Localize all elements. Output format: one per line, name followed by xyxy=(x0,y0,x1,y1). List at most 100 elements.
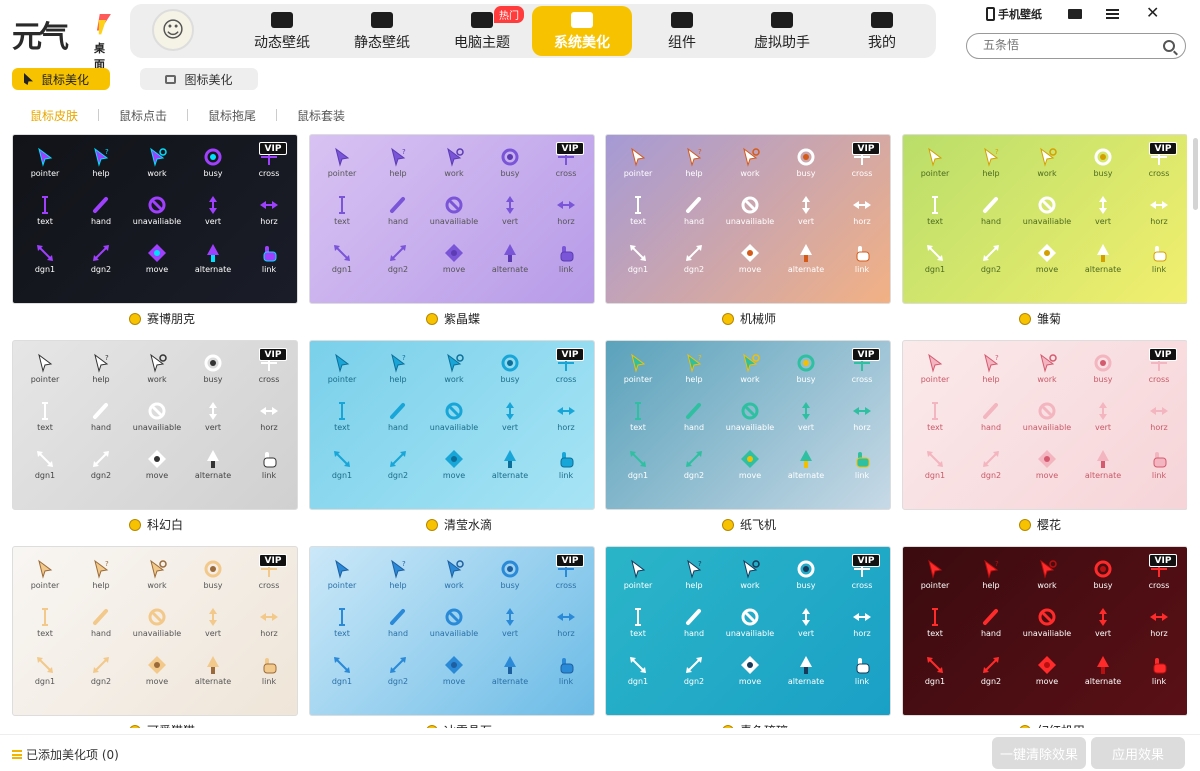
tab-icon-beautify[interactable]: 图标美化 xyxy=(140,68,258,90)
cursor-card[interactable]: VIP pointer? help work busy cross text hand unav… xyxy=(309,134,595,304)
cursor-pointer: pointer xyxy=(314,351,370,403)
cursor-alternate-icon xyxy=(1097,450,1109,468)
cursor-link-icon xyxy=(856,658,870,674)
cursor-card[interactable]: VIP pointer? help work busy cross text hand unav… xyxy=(605,546,891,716)
cursor-label: move xyxy=(145,677,169,686)
nav-item-6[interactable]: 我的 xyxy=(832,6,932,56)
card-title: 可爱猫猫 xyxy=(129,722,195,728)
cursor-card[interactable]: VIP pointer? help work busy cross text hand unav… xyxy=(902,134,1187,304)
cursor-label: cross xyxy=(258,581,280,590)
nav-item-3[interactable]: 系统美化 xyxy=(532,6,632,56)
cursor-hand-icon xyxy=(983,197,998,213)
card-title: 赛博朋克 xyxy=(129,310,195,327)
coin-icon xyxy=(129,724,141,728)
nav-item-label: 静态壁纸 xyxy=(354,35,410,51)
tab-mouse-skin[interactable]: 鼠标皮肤 xyxy=(30,107,78,124)
cursor-text: text xyxy=(17,399,73,451)
cursor-text-icon xyxy=(932,608,938,626)
cursor-card[interactable]: VIP pointer? help work busy cross text hand unav… xyxy=(902,340,1187,510)
tab-mouse-beautify[interactable]: 鼠标美化 xyxy=(12,68,110,90)
svg-text:?: ? xyxy=(402,354,406,362)
cursor-work-icon xyxy=(1040,353,1057,373)
cursor-move: move xyxy=(722,653,778,705)
close-button[interactable]: ✕ xyxy=(1146,5,1159,21)
search-icon[interactable] xyxy=(1163,40,1175,52)
cursor-vert: vert xyxy=(778,193,834,245)
cursor-label: dgn1 xyxy=(627,471,649,480)
cursor-label: horz xyxy=(557,217,575,226)
cursor-card[interactable]: VIP pointer? help work busy cross text hand unav… xyxy=(12,134,298,304)
card-title: 清莹水滴 xyxy=(426,516,492,533)
cursor-vert: vert xyxy=(482,605,538,657)
cursor-pointer: pointer xyxy=(907,145,963,197)
cursor-card[interactable]: VIP pointer? help work busy cross text hand unav… xyxy=(309,546,595,716)
cursor-label: work xyxy=(1037,169,1057,178)
cursor-card[interactable]: VIP pointer? help work busy cross text hand unav… xyxy=(309,340,595,510)
avatar[interactable]: ☺ xyxy=(152,9,194,51)
search-input[interactable] xyxy=(983,38,1153,52)
coin-icon xyxy=(1019,518,1031,531)
cursor-label: dgn1 xyxy=(331,677,353,686)
nav-item-1[interactable]: 静态壁纸 xyxy=(332,6,432,56)
cursor-busy-icon xyxy=(204,560,222,578)
cursor-link-icon xyxy=(263,246,277,262)
cursor-dgn2-icon xyxy=(390,451,406,467)
cursor-text-icon xyxy=(339,402,345,420)
card-name: 冰雪晶石 xyxy=(444,722,492,728)
cursor-help-icon: ? xyxy=(687,147,702,167)
cursor-label: cross xyxy=(1148,169,1170,178)
nav-item-4[interactable]: 组件 xyxy=(632,6,732,56)
cursor-label: move xyxy=(145,471,169,480)
cursor-dgn1: dgn1 xyxy=(907,241,963,293)
cursor-horz-icon xyxy=(557,407,575,415)
card-title: 紫晶蝶 xyxy=(426,310,480,327)
card-name: 科幻白 xyxy=(147,518,184,532)
nav-item-5[interactable]: 虚拟助手 xyxy=(732,6,832,56)
clear-effects-button[interactable]: 一键清除效果 xyxy=(992,737,1086,769)
scrollbar[interactable] xyxy=(1193,138,1198,210)
coin-icon xyxy=(1019,724,1031,728)
cursor-busy-icon xyxy=(501,148,519,166)
cursor-alternate-icon xyxy=(1097,244,1109,262)
cursor-pointer: pointer xyxy=(610,145,666,197)
tab-mouse-trail[interactable]: 鼠标拖尾 xyxy=(208,107,256,124)
cursor-horz-icon xyxy=(557,613,575,621)
tab-mouse-set[interactable]: 鼠标套装 xyxy=(297,107,345,124)
cursor-pointer-icon xyxy=(335,147,350,167)
cursor-label: help xyxy=(92,375,110,384)
cursor-unavailiable: unavailiable xyxy=(426,193,482,245)
cursor-unavailiable: unavailiable xyxy=(426,399,482,451)
cursor-card[interactable]: VIP pointer? help work busy cross text hand unav… xyxy=(605,340,891,510)
cursor-label: help xyxy=(685,581,703,590)
mail-button[interactable] xyxy=(1068,9,1082,19)
cursor-move: move xyxy=(722,241,778,293)
cursor-help-icon: ? xyxy=(94,559,109,579)
search-box[interactable] xyxy=(966,33,1186,59)
cursor-dgn2-icon xyxy=(686,657,702,673)
cursor-vert: vert xyxy=(185,399,241,451)
cursor-move: move xyxy=(426,653,482,705)
cursor-busy-icon xyxy=(204,354,222,372)
cursor-work-icon xyxy=(150,559,167,579)
svg-text:?: ? xyxy=(105,560,109,568)
cursor-vert: vert xyxy=(185,193,241,245)
cursor-label: move xyxy=(738,677,762,686)
svg-text:?: ? xyxy=(995,354,999,362)
cursor-card[interactable]: VIP pointer? help work busy cross text hand unav… xyxy=(902,546,1187,716)
cursor-card[interactable]: VIP pointer? help work busy cross text hand unav… xyxy=(12,340,298,510)
cursor-hand: hand xyxy=(370,399,426,451)
cursor-card[interactable]: VIP pointer? help work busy cross text hand unav… xyxy=(12,546,298,716)
cursor-label: text xyxy=(37,217,53,226)
cursor-work-icon xyxy=(150,147,167,167)
phone-wallpaper-button[interactable]: 手机壁纸 xyxy=(986,6,1042,22)
cursor-work-icon xyxy=(1040,559,1057,579)
card-title: 纸飞机 xyxy=(722,516,776,533)
added-items[interactable]: 已添加美化项 (0) xyxy=(12,746,119,763)
cursor-alternate: alternate xyxy=(778,447,834,499)
apply-effects-button[interactable]: 应用效果 xyxy=(1091,737,1185,769)
nav-item-0[interactable]: 动态壁纸 xyxy=(232,6,332,56)
card-name: 机械师 xyxy=(740,312,777,326)
menu-button[interactable] xyxy=(1106,9,1119,19)
tab-mouse-click[interactable]: 鼠标点击 xyxy=(119,107,167,124)
cursor-card[interactable]: VIP pointer? help work busy cross text hand unav… xyxy=(605,134,891,304)
